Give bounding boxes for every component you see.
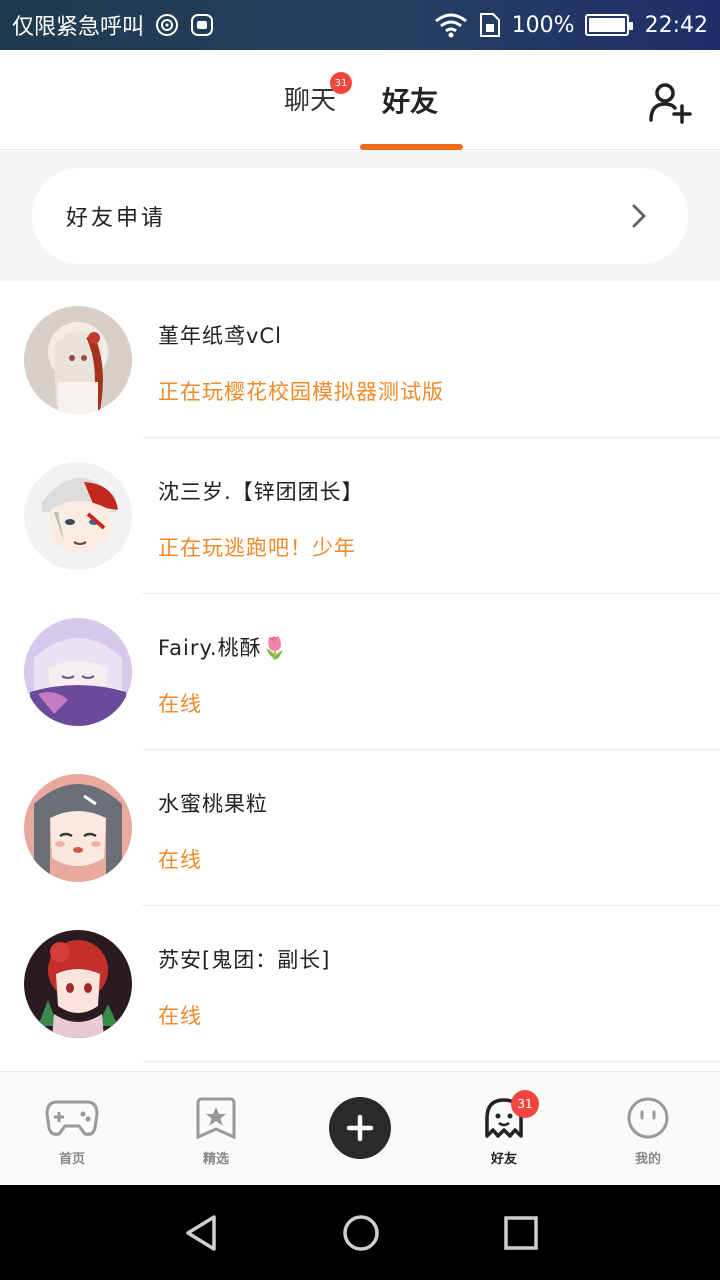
tab-friends[interactable]: 好友: [382, 80, 438, 120]
friend-request-section: 好友申请: [0, 151, 720, 281]
list-item[interactable]: Fairy.桃酥🌷 在线: [0, 594, 720, 750]
friend-status: 在线: [158, 848, 202, 872]
gamepad-icon: [45, 1100, 99, 1136]
avatar[interactable]: [24, 618, 132, 726]
top-header: 聊天 31 好友: [0, 50, 720, 150]
avatar[interactable]: [24, 774, 132, 882]
clock: 22:42: [644, 12, 708, 38]
wifi-icon: [434, 13, 467, 38]
nav-label-home: 首页: [58, 1152, 85, 1167]
battery-percent: 100%: [511, 12, 575, 38]
nav-label-featured: 精选: [202, 1152, 229, 1167]
nav-item-friends[interactable]: 好友: [432, 1072, 576, 1186]
app-notification-icon: [191, 14, 214, 36]
back-icon[interactable]: [182, 1213, 222, 1253]
battery-icon: [584, 14, 633, 36]
star-bookmark-icon: [196, 1097, 236, 1139]
carrier-text: 仅限紧急呼叫: [12, 15, 145, 40]
friend-name: 苏安[鬼团：副长]: [158, 948, 331, 972]
friend-status: 正在玩樱花校园模拟器测试版: [158, 380, 444, 404]
active-tab-indicator: [360, 144, 463, 150]
friend-status: 正在玩逃跑吧！少年: [158, 536, 356, 560]
status-bar: 仅限紧急呼叫 100% 22:42: [0, 0, 720, 50]
nav-label-friends: 好友: [486, 1148, 522, 1171]
system-nav-bar: [0, 1185, 720, 1280]
nav-label-mine: 我的: [634, 1152, 661, 1167]
friend-status: 在线: [158, 1004, 202, 1028]
plus-icon: [346, 1114, 374, 1142]
friend-status: 在线: [158, 692, 202, 716]
tab-chat[interactable]: 聊天: [284, 80, 336, 117]
add-friend-icon[interactable]: [648, 80, 692, 124]
hotspot-icon: [156, 14, 179, 36]
list-item[interactable]: 堇年纸鸢vCl 正在玩樱花校园模拟器测试版: [0, 282, 720, 438]
avatar[interactable]: [24, 306, 132, 414]
chevron-right-icon: [632, 204, 646, 228]
nav-item-featured[interactable]: 精选: [144, 1072, 288, 1186]
nav-item-mine[interactable]: 我的: [576, 1072, 720, 1186]
sim-card-icon: [479, 13, 500, 37]
friend-request-button[interactable]: 好友申请: [32, 168, 688, 264]
home-icon[interactable]: [341, 1213, 381, 1253]
friend-name: Fairy.桃酥🌷: [158, 636, 289, 660]
avatar[interactable]: [24, 462, 132, 570]
chat-unread-badge: 31: [330, 72, 352, 94]
divider: [142, 1061, 720, 1062]
friend-list: 堇年纸鸢vCl 正在玩樱花校园模拟器测试版 沈三岁.【锌团团长】 正在玩逃跑吧！…: [0, 282, 720, 1062]
friend-request-label: 好友申请: [66, 206, 167, 231]
list-item[interactable]: 苏安[鬼团：副长] 在线: [0, 906, 720, 1062]
recents-icon[interactable]: [501, 1213, 541, 1253]
friend-name: 堇年纸鸢vCl: [158, 324, 282, 348]
nav-item-home[interactable]: 首页: [0, 1072, 144, 1186]
list-item[interactable]: 水蜜桃果粒 在线: [0, 750, 720, 906]
create-button[interactable]: [329, 1097, 391, 1159]
friends-unread-badge: 31: [511, 1090, 539, 1118]
friend-name: 水蜜桃果粒: [158, 792, 268, 816]
list-item[interactable]: 沈三岁.【锌团团长】 正在玩逃跑吧！少年: [0, 438, 720, 594]
bottom-nav: 首页 精选 好友 31 我的: [0, 1071, 720, 1185]
friend-name: 沈三岁.【锌团团长】: [158, 480, 364, 504]
smiley-icon: [627, 1097, 669, 1139]
avatar[interactable]: [24, 930, 132, 1038]
